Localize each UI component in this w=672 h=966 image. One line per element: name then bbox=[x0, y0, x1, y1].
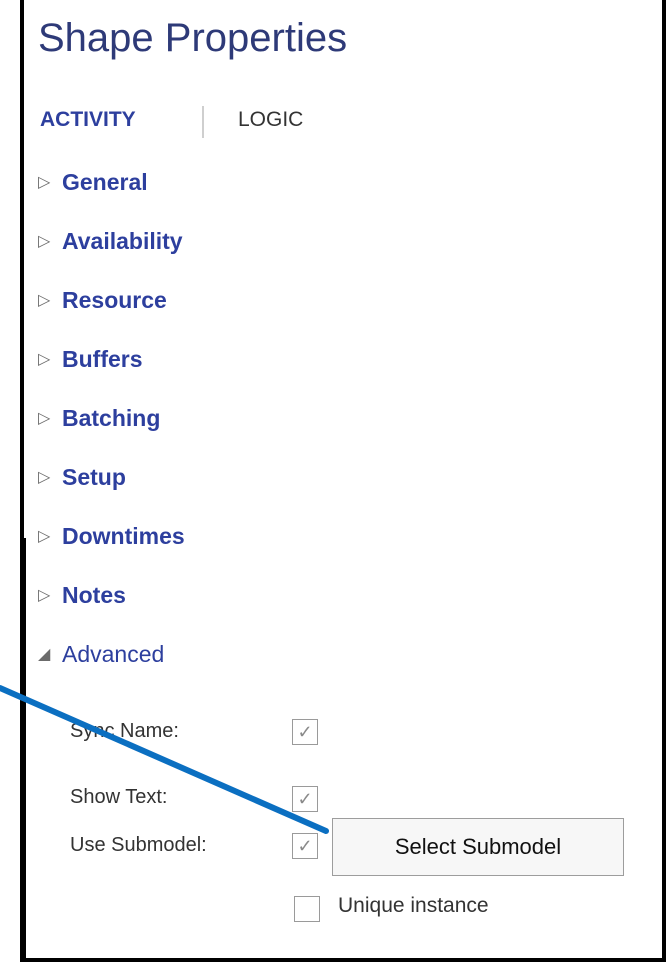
expand-arrow-icon: ▷ bbox=[38, 528, 51, 545]
left-divider bbox=[24, 538, 26, 958]
expand-arrow-icon: ▷ bbox=[38, 292, 51, 309]
tab-logic[interactable]: LOGIC bbox=[238, 108, 303, 132]
section-batching[interactable]: ▷ Batching bbox=[38, 398, 160, 438]
select-submodel-button[interactable]: Select Submodel bbox=[332, 818, 624, 876]
tab-activity[interactable]: ACTIVITY bbox=[40, 108, 136, 132]
expand-arrow-icon: ▷ bbox=[38, 469, 51, 486]
section-availability[interactable]: ▷ Availability bbox=[38, 221, 183, 261]
expand-arrow-icon: ▷ bbox=[38, 233, 51, 250]
section-buffers[interactable]: ▷ Buffers bbox=[38, 339, 143, 379]
collapse-arrow-icon: ◢ bbox=[38, 646, 51, 663]
section-label: General bbox=[62, 168, 148, 195]
section-setup[interactable]: ▷ Setup bbox=[38, 457, 126, 497]
sync-name-checkbox[interactable]: ✓ bbox=[292, 719, 318, 745]
section-label: Downtimes bbox=[62, 522, 185, 549]
section-label: Batching bbox=[62, 404, 161, 431]
check-icon: ✓ bbox=[297, 835, 313, 856]
tab-separator bbox=[202, 106, 204, 138]
unique-instance-checkbox[interactable] bbox=[294, 896, 320, 922]
section-label: Setup bbox=[62, 463, 126, 490]
section-resource[interactable]: ▷ Resource bbox=[38, 280, 167, 320]
panel-title: Shape Properties bbox=[38, 16, 348, 60]
section-downtimes[interactable]: ▷ Downtimes bbox=[38, 516, 185, 556]
expand-arrow-icon: ▷ bbox=[38, 587, 51, 604]
section-label: Notes bbox=[62, 581, 126, 608]
show-text-checkbox[interactable]: ✓ bbox=[292, 786, 318, 812]
show-text-label: Show Text: bbox=[70, 786, 168, 808]
section-label: Buffers bbox=[62, 345, 143, 372]
shape-properties-panel: Shape Properties ACTIVITY LOGIC ▷ Genera… bbox=[20, 0, 666, 962]
section-label: Advanced bbox=[62, 640, 165, 667]
use-submodel-label: Use Submodel: bbox=[70, 834, 207, 856]
expand-arrow-icon: ▷ bbox=[38, 410, 51, 427]
section-notes[interactable]: ▷ Notes bbox=[38, 575, 126, 615]
check-icon: ✓ bbox=[297, 721, 313, 742]
check-icon: ✓ bbox=[297, 788, 313, 809]
section-advanced[interactable]: ◢ Advanced bbox=[38, 634, 164, 674]
expand-arrow-icon: ▷ bbox=[38, 174, 51, 191]
section-general[interactable]: ▷ General bbox=[38, 162, 148, 202]
section-label: Resource bbox=[62, 286, 167, 313]
unique-instance-label: Unique instance bbox=[338, 894, 489, 917]
use-submodel-checkbox[interactable]: ✓ bbox=[292, 833, 318, 859]
sync-name-label: Sync Name: bbox=[70, 720, 179, 742]
expand-arrow-icon: ▷ bbox=[38, 351, 51, 368]
section-label: Availability bbox=[62, 227, 183, 254]
